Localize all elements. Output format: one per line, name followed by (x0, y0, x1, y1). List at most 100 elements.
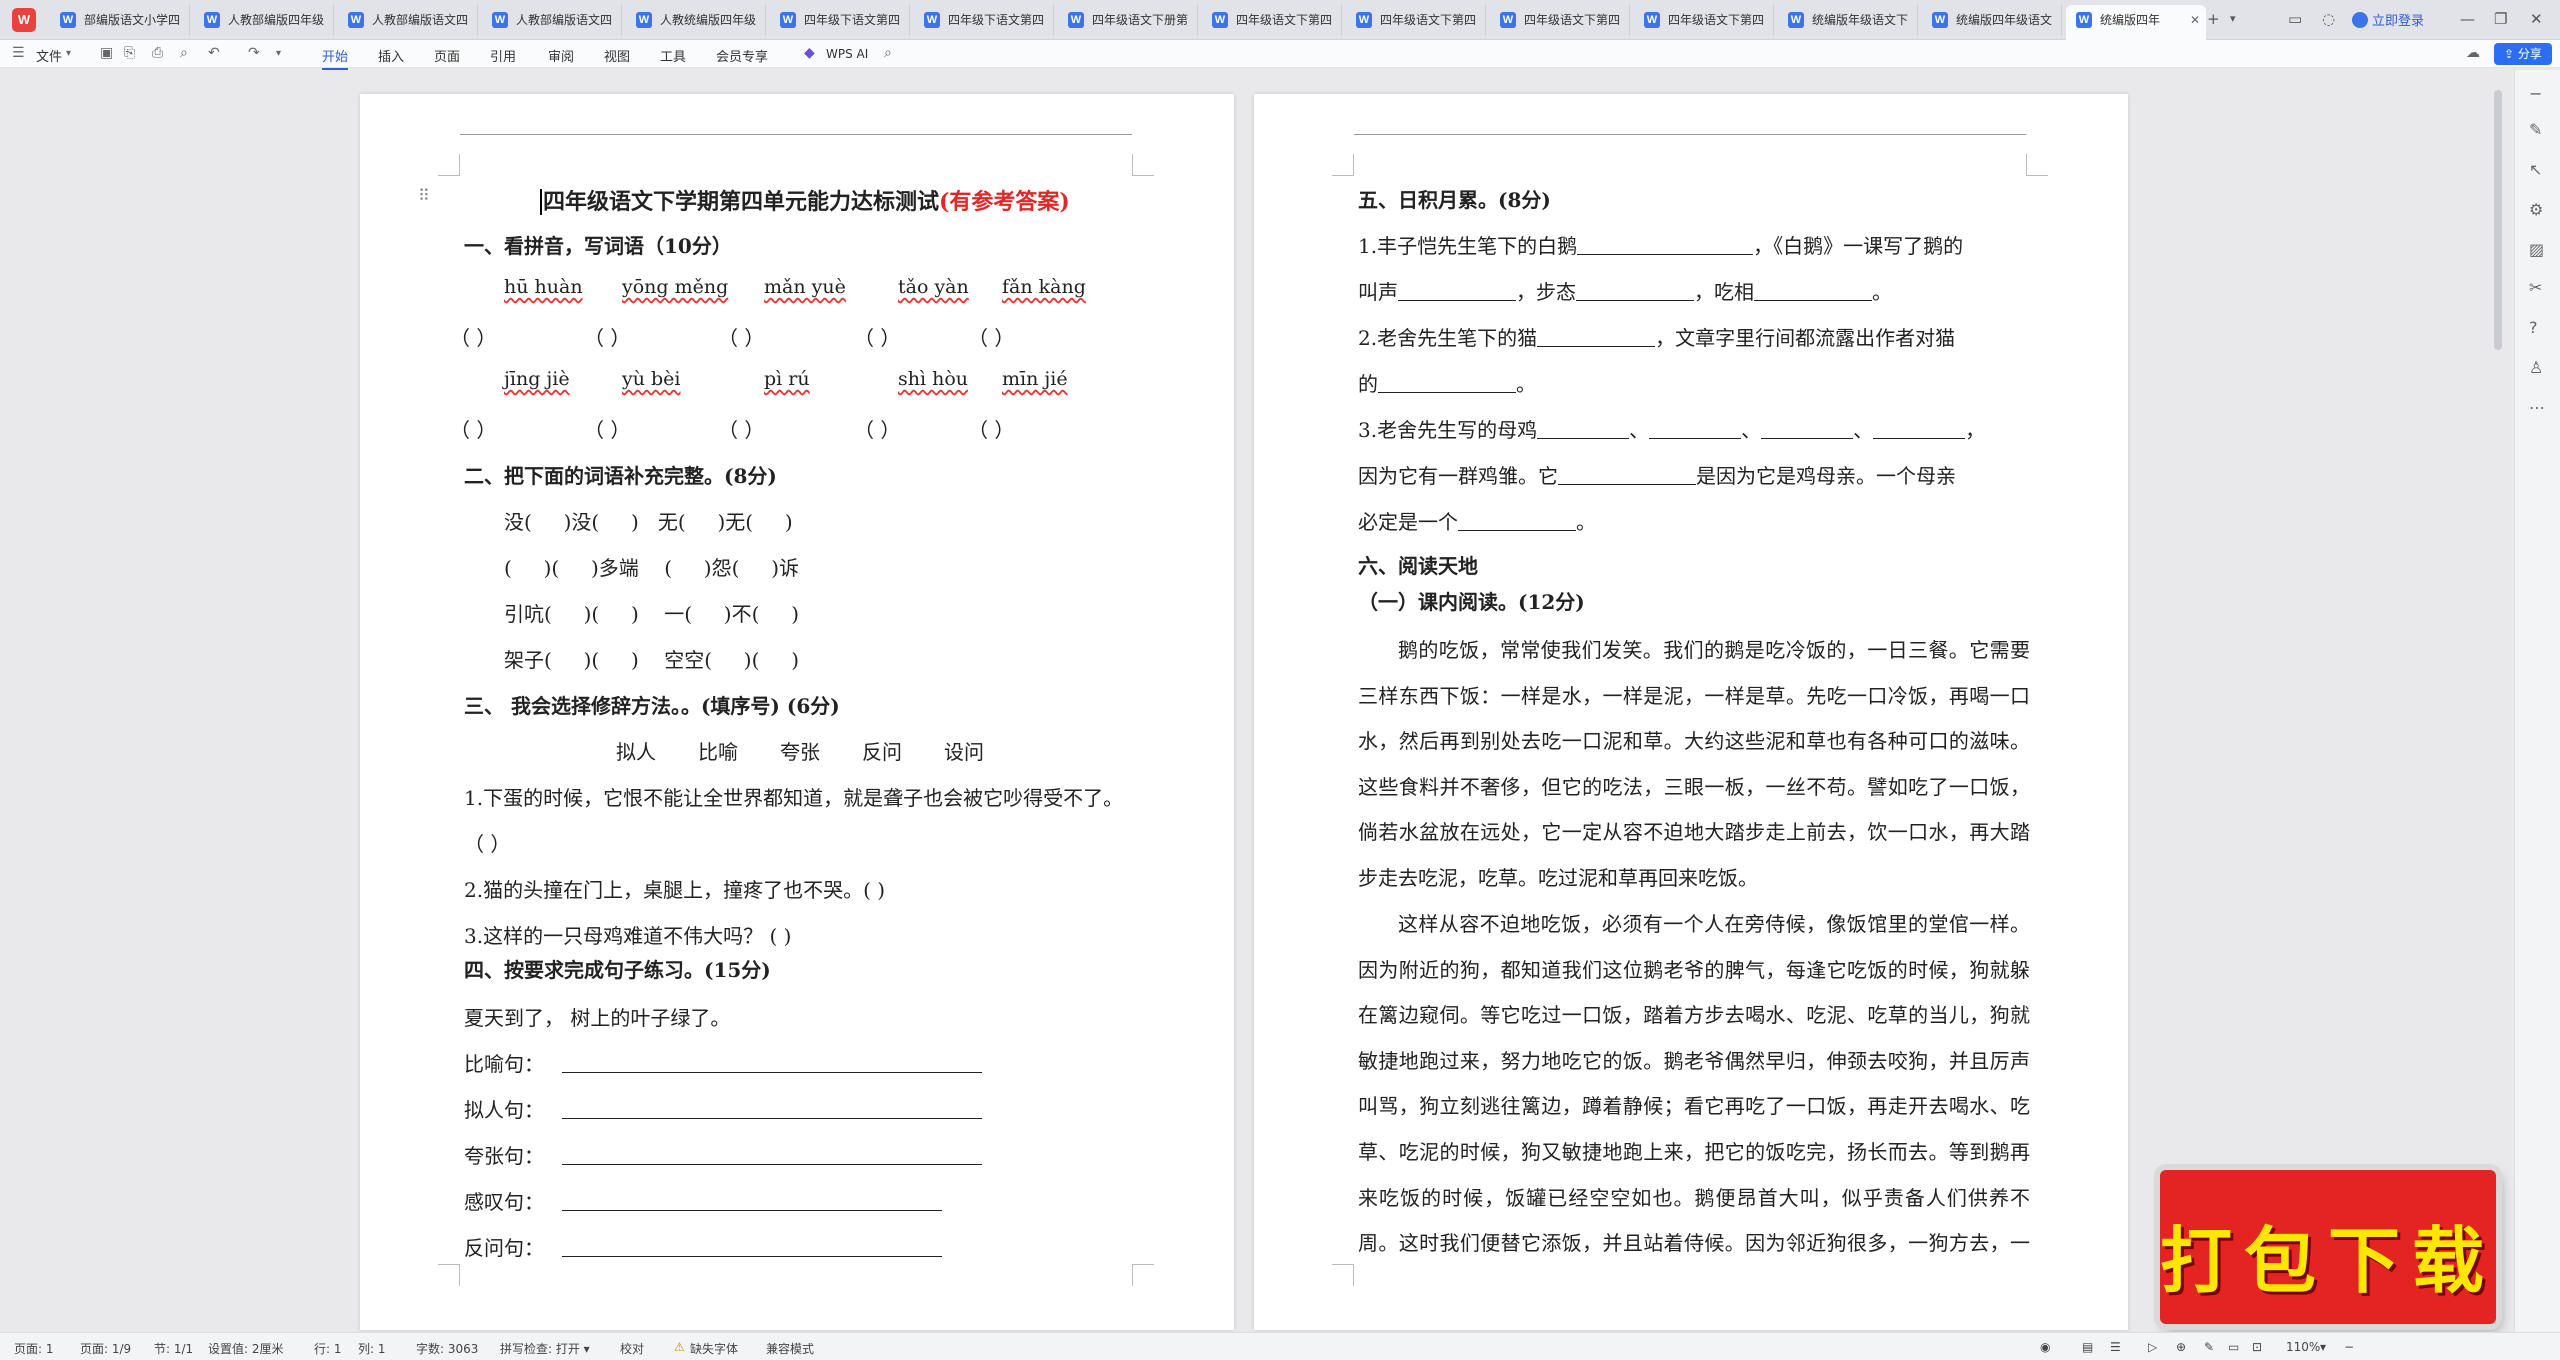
status-setting[interactable]: 设置值: 2厘米 (208, 1340, 284, 1357)
answer-parentheses[interactable]: （ ） (584, 414, 630, 443)
answer-parentheses[interactable]: （ ） (718, 322, 764, 351)
zoom-chevron-icon[interactable]: ▾ (2320, 1340, 2326, 1354)
redo-icon[interactable]: ↷ (248, 45, 260, 61)
answer-parentheses[interactable]: （ ） (718, 414, 764, 443)
file-menu[interactable]: 文件 (36, 46, 62, 65)
tab-list-chevron-icon[interactable]: ▾ (2230, 12, 2236, 25)
spell-check-toggle[interactable]: 拼写检查: 打开 ▾ (500, 1340, 590, 1357)
answer-parentheses[interactable]: （ ） (968, 414, 1014, 443)
answer-line[interactable] (1576, 283, 1694, 301)
skin-icon[interactable]: ◌ (2322, 10, 2335, 28)
tools-icon[interactable]: ✂ (2529, 278, 2542, 297)
answer-parentheses[interactable]: （ ） (584, 322, 630, 351)
export-pdf-icon[interactable]: ⎘ (124, 45, 135, 61)
minimize-icon[interactable]: — (2460, 10, 2475, 28)
answer-line[interactable] (1378, 375, 1516, 393)
eye-protect-icon[interactable]: ◉ (2040, 1340, 2050, 1354)
ribbon-tab-6[interactable]: 视图 (604, 46, 630, 65)
proofread-button[interactable]: 校对 (620, 1340, 644, 1357)
tab-close-icon[interactable]: ✕ (2190, 5, 2200, 35)
document-tab[interactable]: W 四年级语文下第四 (1490, 5, 1630, 35)
answer-line[interactable] (1577, 237, 1754, 255)
web-view-icon[interactable]: ⊕ (2176, 1340, 2186, 1354)
vertical-scrollbar[interactable] (2494, 90, 2502, 350)
answer-parentheses[interactable]: （ ） (854, 414, 900, 443)
wps-ai-button[interactable]: WPS AI (826, 47, 868, 61)
search-icon[interactable]: ⌕ (884, 45, 892, 61)
document-tab[interactable]: W 四年级语文下第四 (1634, 5, 1774, 35)
menu-hamburger-icon[interactable]: ☰ (12, 45, 25, 61)
answer-parentheses[interactable]: （ ） (450, 322, 496, 351)
answer-line[interactable] (1761, 421, 1854, 439)
document-tab[interactable]: W 人教统编版四年级 (626, 5, 766, 35)
drag-handle-icon[interactable]: ⠿ (418, 186, 430, 205)
document-tab[interactable]: W 部编版语文小学四 (50, 5, 190, 35)
shirt-icon[interactable]: ♙ (2529, 358, 2543, 377)
undo-icon[interactable]: ↶ (208, 45, 220, 61)
ribbon-tab-2[interactable]: 插入 (378, 46, 404, 65)
answer-line[interactable] (1537, 329, 1656, 347)
answer-line[interactable] (1649, 421, 1742, 439)
more-dots-icon[interactable]: ⋯ (2529, 398, 2545, 417)
answer-line[interactable] (562, 1147, 982, 1165)
answer-line[interactable] (1537, 421, 1630, 439)
document-page-2[interactable]: 五、日积月累。(8分) 1.丰子恺先生笔下的白鹅 ，《白鹅》一课写了鹅的 叫声 ，步… (1254, 94, 2128, 1330)
file-chevron-icon[interactable]: ▾ (66, 48, 71, 59)
answer-line[interactable] (1458, 513, 1576, 531)
answer-line[interactable] (1398, 283, 1516, 301)
ribbon-tab-3[interactable]: 页面 (434, 46, 460, 65)
style-icon[interactable]: ⚙ (2529, 200, 2543, 219)
status-page[interactable]: 页面: 1 (14, 1340, 54, 1357)
fit-icon[interactable]: ⊡ (2252, 1340, 2262, 1354)
collapse-icon[interactable]: − (2529, 84, 2542, 103)
document-tab[interactable]: W 四年级下语文第四 (914, 5, 1054, 35)
answer-line[interactable] (562, 1101, 982, 1119)
answer-parentheses[interactable]: （ ） (854, 322, 900, 351)
read-mode-icon[interactable]: ▭ (2228, 1340, 2239, 1354)
answer-line[interactable] (562, 1055, 982, 1073)
pen-icon[interactable]: ✎ (2204, 1340, 2214, 1354)
download-badge[interactable]: 打包下载 (2160, 1170, 2496, 1324)
document-tab[interactable]: W 四年级语文下第四 (1346, 5, 1486, 35)
new-tab-icon[interactable]: + (2207, 10, 2220, 28)
ribbon-tab-1[interactable]: 开始 (322, 46, 349, 70)
zoom-out-icon[interactable]: − (2344, 1340, 2354, 1354)
outline-view-icon[interactable]: ☰ (2110, 1340, 2121, 1354)
answer-parentheses[interactable]: （ ） (450, 414, 496, 443)
ribbon-tab-8[interactable]: 会员专享 (716, 46, 768, 65)
select-cursor-icon[interactable]: ↖ (2529, 160, 2542, 179)
ribbon-tab-7[interactable]: 工具 (660, 46, 686, 65)
document-tab[interactable]: W 四年级语文下册第 (1058, 5, 1198, 35)
print-icon[interactable]: ⎙ (152, 45, 163, 61)
play-icon[interactable]: ▷ (2148, 1340, 2157, 1354)
status-row[interactable]: 行: 1 (314, 1340, 342, 1357)
document-tab[interactable]: W 统编版年级语文下 (1778, 5, 1918, 35)
image-icon[interactable]: ▨ (2529, 240, 2544, 259)
zoom-level[interactable]: 110% (2286, 1340, 2320, 1354)
window-layout-icon[interactable]: ▭ (2288, 10, 2302, 28)
more-chevron-icon[interactable]: ▾ (276, 48, 281, 59)
wps-logo-icon[interactable]: W (12, 8, 36, 32)
help-icon[interactable]: ? (2529, 318, 2538, 337)
status-word-count[interactable]: 字数: 3063 (416, 1340, 478, 1357)
close-window-icon[interactable]: ✕ (2530, 10, 2543, 28)
answer-line[interactable] (1873, 421, 1966, 439)
collab-icon[interactable]: ☁ (2466, 45, 2480, 61)
answer-line[interactable] (562, 1239, 942, 1257)
document-tab[interactable]: W 统编版四年级语文 (1922, 5, 2062, 35)
edit-pen-icon[interactable]: ✎ (2529, 120, 2542, 139)
answer-line[interactable] (562, 1193, 942, 1211)
document-page-1[interactable]: ⠿ 四年级语文下学期第四单元能力达标测试(有参考答案) 一、看拼音，写词语（10… (360, 94, 1234, 1330)
status-section[interactable]: 节: 1/1 (154, 1340, 193, 1357)
answer-line[interactable] (1754, 283, 1872, 301)
restore-icon[interactable]: ❐ (2494, 10, 2507, 28)
ribbon-tab-4[interactable]: 引用 (490, 46, 516, 65)
print-preview-icon[interactable]: ⌕ (180, 45, 188, 61)
share-button[interactable]: ⇪ 分享 (2494, 43, 2552, 65)
status-col[interactable]: 列: 1 (358, 1340, 386, 1357)
answer-line[interactable] (1558, 467, 1696, 485)
login-button[interactable]: 立即登录 (2352, 10, 2424, 29)
document-tab[interactable]: W 四年级下语文第四 (770, 5, 910, 35)
status-pages[interactable]: 页面: 1/9 (80, 1340, 131, 1357)
answer-parentheses[interactable]: （ ） (968, 322, 1014, 351)
